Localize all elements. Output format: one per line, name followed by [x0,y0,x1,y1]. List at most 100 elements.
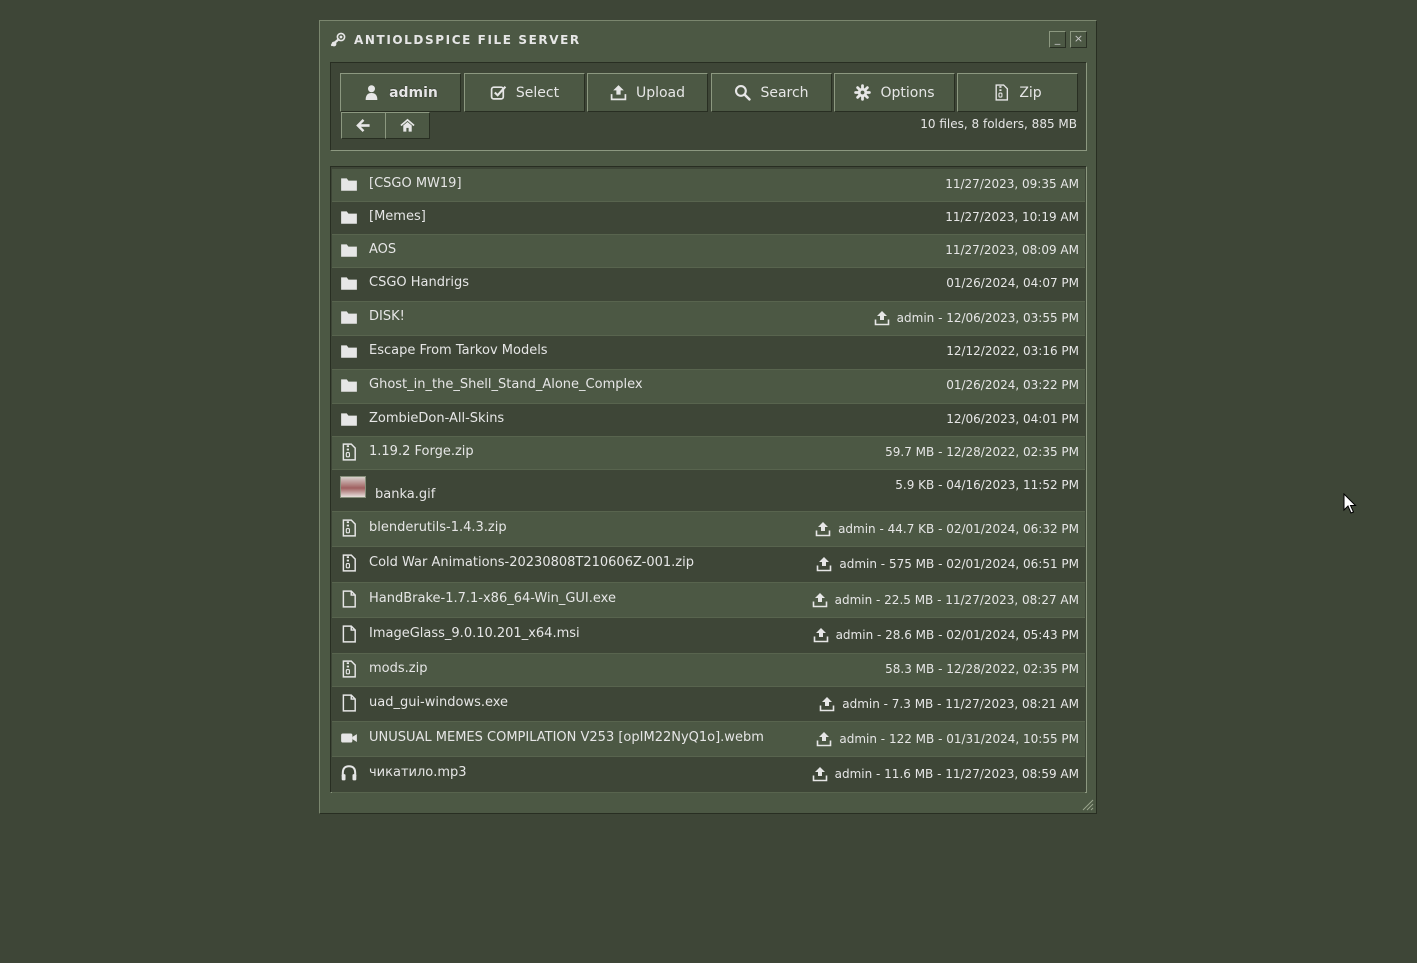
file-meta: 01/26/2024, 04:07 PM [946,276,1079,290]
file-row[interactable]: 1.19.2 Forge.zip 59.7 MB - 12/28/2022, 02… [332,437,1085,470]
folder-summary: 10 files, 8 folders, 885 MB [920,117,1077,131]
upload-icon [812,767,827,782]
file-meta-text: admin - 28.6 MB - 02/01/2024, 05:43 PM [835,628,1079,642]
file-name[interactable]: CSGO Handrigs [369,275,469,290]
file-row[interactable]: DISK! admin - 12/06/2023, 03:55 PM [332,302,1085,336]
file-meta: 12/06/2023, 04:01 PM [946,412,1079,426]
file-meta: 58.3 MB - 12/28/2022, 02:35 PM [885,662,1079,676]
file-meta-text: 11/27/2023, 09:35 AM [945,177,1079,191]
file-meta-text: 5.9 KB - 04/16/2023, 11:52 PM [895,478,1079,492]
file-row[interactable]: ZombieDon-All-Skins 12/06/2023, 04:01 PM [332,404,1085,437]
select-button[interactable]: Select [464,73,585,112]
video-icon [341,733,357,743]
file-name[interactable]: ImageGlass_9.0.10.201_x64.msi [369,626,580,641]
file-row[interactable]: HandBrake-1.7.1-x86_64-Win_GUI.exe admin … [332,583,1085,618]
file-row[interactable]: [CSGO MW19] 11/27/2023, 09:35 AM [332,169,1085,202]
file-meta: admin - 122 MB - 01/31/2024, 10:55 PM [816,731,1079,747]
file-name[interactable]: [CSGO MW19] [369,176,462,191]
file-meta-text: 59.7 MB - 12/28/2022, 02:35 PM [885,445,1079,459]
home-icon [400,118,415,132]
mouse-cursor-icon [1343,493,1357,514]
file-meta-text: admin - 44.7 KB - 02/01/2024, 06:32 PM [838,522,1079,536]
file-meta-text: admin - 122 MB - 01/31/2024, 10:55 PM [839,732,1079,746]
file-name[interactable]: uad_gui-windows.exe [369,695,508,710]
file-name[interactable]: DISK! [369,309,405,324]
file-row[interactable]: blenderutils-1.4.3.zip admin - 44.7 KB - … [332,512,1085,547]
zip-file-icon [342,660,356,678]
upload-icon [610,85,627,101]
minimize-button[interactable]: _ [1049,31,1066,48]
file-meta: 59.7 MB - 12/28/2022, 02:35 PM [885,445,1079,459]
upload-button-label: Upload [635,84,686,101]
toolbar: admin Select Upload Search Options Zip 1… [330,62,1087,151]
file-name[interactable]: UNUSUAL MEMES COMPILATION V253 [opIM22Ny… [369,730,764,745]
file-meta: admin - 28.6 MB - 02/01/2024, 05:43 PM [813,627,1079,643]
close-button[interactable]: × [1070,31,1087,48]
checkbox-icon [490,85,507,100]
resize-grip-icon[interactable] [1082,799,1094,811]
window-title: ANTIOLDSPICE FILE SERVER [354,33,581,47]
upload-icon [819,697,835,712]
zip-file-icon [995,84,1009,101]
options-button[interactable]: Options [834,73,955,112]
folder-icon [341,345,357,358]
upload-icon [817,732,832,747]
zip-button[interactable]: Zip [957,73,1078,112]
file-row[interactable]: AOS 11/27/2023, 08:09 AM [332,235,1085,268]
file-name[interactable]: 1.19.2 Forge.zip [369,444,474,459]
upload-icon [817,557,832,572]
search-icon [735,84,752,101]
file-meta: admin - 11.6 MB - 11/27/2023, 08:59 AM [812,766,1079,782]
file-row[interactable]: UNUSUAL MEMES COMPILATION V253 [opIM22Ny… [332,722,1085,757]
file-name[interactable]: Ghost_in_the_Shell_Stand_Alone_Complex [369,377,643,392]
title-bar[interactable]: ANTIOLDSPICE FILE SERVER _ × [320,21,1096,59]
upload-icon [813,628,828,643]
file-row[interactable]: Cold War Animations-20230808T210606Z-001… [332,547,1085,583]
home-button[interactable] [385,112,430,139]
select-button-label: Select [515,84,560,101]
file-icon [342,590,356,608]
file-name[interactable]: banka.gif [375,487,435,502]
file-row[interactable]: ImageGlass_9.0.10.201_x64.msi admin - 28.… [332,618,1085,654]
folder-icon [341,379,357,392]
folder-icon [341,413,357,426]
file-meta-text: 01/26/2024, 04:07 PM [946,276,1079,290]
file-meta-text: 11/27/2023, 08:09 AM [945,243,1079,257]
back-button[interactable] [341,112,386,139]
file-row[interactable]: Ghost_in_the_Shell_Stand_Alone_Complex 01… [332,370,1085,404]
zip-file-icon [342,554,356,572]
file-name[interactable]: AOS [369,242,396,257]
headphones-icon [341,765,357,781]
admin-button[interactable]: admin [340,73,461,112]
file-name[interactable]: чикатило.mp3 [369,765,467,780]
search-button[interactable]: Search [711,73,832,112]
file-meta-text: 12/12/2022, 03:16 PM [946,344,1079,358]
file-name[interactable]: Escape From Tarkov Models [369,343,548,358]
file-meta-text: admin - 575 MB - 02/01/2024, 06:51 PM [839,557,1079,571]
file-row[interactable]: Escape From Tarkov Models 12/12/2022, 03:… [332,336,1085,370]
file-name[interactable]: [Memes] [369,209,426,224]
file-row[interactable]: banka.gif 5.9 KB - 04/16/2023, 11:52 PM [332,470,1085,512]
file-meta-text: 01/26/2024, 03:22 PM [946,378,1079,392]
file-name[interactable]: mods.zip [369,661,427,676]
file-meta: 5.9 KB - 04/16/2023, 11:52 PM [895,478,1079,492]
file-name[interactable]: HandBrake-1.7.1-x86_64-Win_GUI.exe [369,591,616,606]
file-row[interactable]: mods.zip 58.3 MB - 12/28/2022, 02:35 PM [332,654,1085,687]
file-name[interactable]: ZombieDon-All-Skins [369,411,504,426]
file-row[interactable]: чикатило.mp3 admin - 11.6 MB - 11/27/2023… [332,757,1085,793]
file-row[interactable]: uad_gui-windows.exe admin - 7.3 MB - 11/2… [332,687,1085,722]
zip-button-label: Zip [1019,84,1042,101]
upload-button[interactable]: Upload [587,73,708,112]
file-meta-text: admin - 12/06/2023, 03:55 PM [896,311,1079,325]
file-row[interactable]: [Memes] 11/27/2023, 10:19 AM [332,202,1085,235]
file-name[interactable]: blenderutils-1.4.3.zip [369,520,507,535]
folder-icon [341,178,357,191]
file-meta: 11/27/2023, 08:09 AM [945,243,1079,257]
file-meta: 01/26/2024, 03:22 PM [946,378,1079,392]
folder-icon [341,244,357,257]
file-name[interactable]: Cold War Animations-20230808T210606Z-001… [369,555,694,570]
folder-icon [341,277,357,290]
file-meta: admin - 7.3 MB - 11/27/2023, 08:21 AM [819,696,1079,712]
file-meta: admin - 12/06/2023, 03:55 PM [874,310,1079,326]
file-row[interactable]: CSGO Handrigs 01/26/2024, 04:07 PM [332,268,1085,302]
